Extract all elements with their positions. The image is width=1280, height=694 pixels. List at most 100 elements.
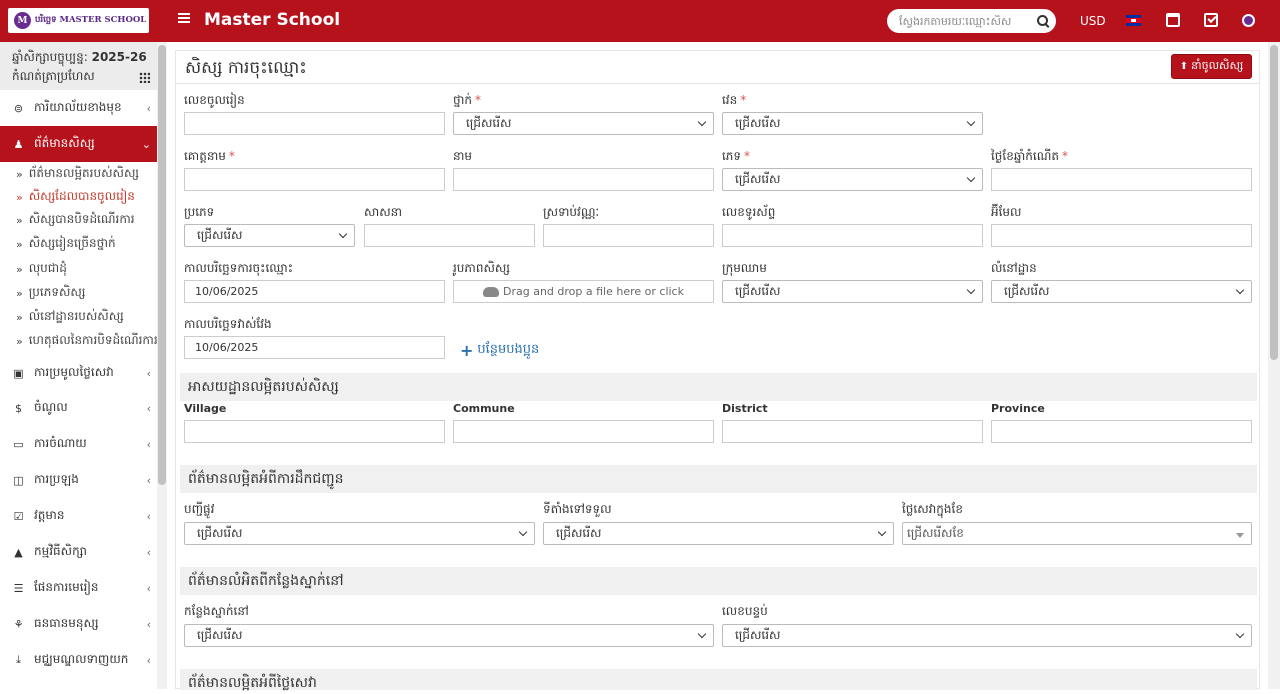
attendance-label: កំណត់ត្រាប្រហែស xyxy=(12,69,95,83)
commune-input[interactable] xyxy=(453,420,714,443)
dob-input[interactable] xyxy=(991,168,1252,191)
sitemap-icon: ⚘ xyxy=(13,617,24,631)
mobile-input[interactable] xyxy=(722,224,983,247)
religion-input[interactable] xyxy=(364,224,535,247)
student-search xyxy=(887,9,1056,33)
village-input[interactable] xyxy=(184,420,445,443)
sidebar-item-income[interactable]: $ ចំណូល ‹ xyxy=(0,390,157,426)
sidebar-item-fees[interactable]: ▣ ការប្រមូលថ្លៃសេវា ‹ xyxy=(0,355,157,391)
sidebar-item-attendance[interactable]: ☑ វត្តមាន ‹ xyxy=(0,498,157,534)
hostel-select[interactable]: ជ្រើសរើស xyxy=(184,624,714,647)
route-list-select[interactable]: ជ្រើសរើស xyxy=(184,522,535,545)
import-student-label: នាំចូលសិស្ស xyxy=(1191,58,1244,72)
title-divider xyxy=(176,83,1259,84)
submenu-student-details[interactable]: » ព័ត៌មានលម្អិតរបស់សិស្ស xyxy=(0,162,157,186)
import-student-button[interactable]: ⬆ នាំចូលសិស្ស xyxy=(1171,54,1252,79)
upload-icon: ⬆ xyxy=(1179,61,1189,72)
submenu-student-house[interactable]: » លំនៅដ្ឋានរបស់សិស្ស xyxy=(0,305,157,329)
required-mark: * xyxy=(228,149,235,163)
email-label: អ៊ីមែល xyxy=(991,205,1022,219)
submenu-bulk-delete[interactable]: » លុបជាដុំ xyxy=(0,257,157,281)
blood-group-select[interactable]: ជ្រើសរើស xyxy=(722,280,983,303)
sidebar: ឆ្នាំសិក្សាបច្ចុប្បន្ន: 2025-26 កំណត់ត្រ… xyxy=(0,42,167,689)
hamburger-icon[interactable] xyxy=(178,13,190,23)
chevron-left-icon: ‹ xyxy=(146,102,151,115)
sidebar-item-label: ព័ត៌មានសិស្ស xyxy=(34,136,95,150)
caste-input[interactable] xyxy=(543,224,714,247)
admission-no-input[interactable] xyxy=(184,112,445,135)
gender-label-text: ភេទ xyxy=(722,149,742,163)
class-select[interactable]: ជ្រើសរើស xyxy=(453,112,714,135)
pickup-point-select[interactable]: ជ្រើសរើស xyxy=(543,522,894,545)
photo-dropzone[interactable]: Drag and drop a file here or click xyxy=(453,280,714,303)
required-mark: * xyxy=(475,93,482,107)
add-sibling-label: បន្ថែមបងប្អូន xyxy=(477,342,540,357)
photo-label: រូបភាពសិស្ស xyxy=(453,261,510,275)
session-year-label: ឆ្នាំសិក្សាបច្ចុប្បន្ន: xyxy=(12,50,88,64)
search-icon[interactable] xyxy=(1037,14,1050,28)
gender-select[interactable]: ជ្រើសរើស xyxy=(722,168,983,191)
category-label: ប្រភេទ xyxy=(184,205,215,219)
class-label: ថ្នាក់ * xyxy=(453,92,481,110)
sidebar-item-download-center[interactable]: ⤓ មជ្ឈមណ្ឌលទាញយក ‹ xyxy=(0,642,157,678)
province-input[interactable] xyxy=(991,420,1252,443)
angle-right-icon: » xyxy=(16,334,23,348)
sidebar-item-academics[interactable]: ▲ កម្មវិធីសិក្សា ‹ xyxy=(0,534,157,570)
fees-icon: ▣ xyxy=(13,366,24,380)
chevron-left-icon: ‹ xyxy=(146,618,151,631)
submenu-disabled-students[interactable]: » សិស្សបានបិទដំណើរការ xyxy=(0,208,157,232)
chevron-left-icon: ‹ xyxy=(146,402,151,415)
page-scrollbar-thumb[interactable] xyxy=(1270,45,1278,360)
submenu-admission[interactable]: » សិស្សដែលបានចូលរៀន xyxy=(0,185,157,209)
cambodia-flag-icon[interactable] xyxy=(1126,15,1141,26)
category-select[interactable]: ជ្រើសរើស xyxy=(184,224,355,247)
first-name-input[interactable] xyxy=(453,168,714,191)
sidebar-item-human-resource[interactable]: ⚘ ធនធានមនុស្ស ‹ xyxy=(0,606,157,642)
district-input[interactable] xyxy=(722,420,983,443)
first-name-label: នាម xyxy=(453,149,473,163)
angle-right-icon: » xyxy=(16,190,23,204)
logo-text: បរិច្ឆេទ MASTER SCHOOL xyxy=(35,14,147,25)
sidebar-item-expense[interactable]: ▭ ការចំណាយ ‹ xyxy=(0,426,157,462)
admission-date-input[interactable]: 10/06/2025 xyxy=(184,280,445,303)
sidebar-item-exam[interactable]: ◫ ការប្រឡង ‹ xyxy=(0,462,157,498)
room-no-select[interactable]: ជ្រើសរើស xyxy=(722,624,1252,647)
front-office-icon: ⊜ xyxy=(13,101,24,115)
sidebar-item-student-info[interactable]: ♟ ព័ត៌មានសិស្ស ⌄ xyxy=(0,126,157,162)
sidebar-item-lesson-plan[interactable]: ☰ ផែនការមេរៀន ‹ xyxy=(0,570,157,606)
hostel-section-header: ព័ត៌មានលំអិតពីកន្លែងស្នាក់នៅ xyxy=(180,567,1257,595)
add-sibling-link[interactable]: + បន្ថែមបងប្អូន xyxy=(460,341,539,360)
sidebar-item-front-office[interactable]: ⊜ ការិយាល័យខាងមុខ ‹ xyxy=(0,90,157,126)
sidebar-scrollbar-thumb[interactable] xyxy=(158,45,166,485)
submenu-student-category[interactable]: » ប្រភេទសិស្ស xyxy=(0,281,157,305)
checkbox-icon[interactable] xyxy=(1204,13,1218,27)
as-on-date-label: កាលបរិច្ឆេទវាស់វែង xyxy=(184,317,272,331)
section-select[interactable]: ជ្រើសរើស xyxy=(722,112,983,135)
gender-label: ភេទ * xyxy=(722,148,750,166)
last-name-label: គោត្តនាម * xyxy=(184,148,235,166)
submenu-multi-class[interactable]: » សិស្សរៀនច្រើនថ្នាក់ xyxy=(0,232,157,256)
angle-right-icon: » xyxy=(16,213,23,227)
dropzone-text: Drag and drop a file here or click xyxy=(503,285,684,298)
download-icon: ⤓ xyxy=(16,653,21,666)
school-emblem-icon[interactable] xyxy=(1242,14,1255,27)
email-input[interactable] xyxy=(991,224,1252,247)
fees-month-select[interactable]: ជ្រើសរើសខែ xyxy=(902,522,1252,545)
logo-mark: M xyxy=(14,12,31,29)
house-select[interactable]: ជ្រើសរើស xyxy=(991,280,1252,303)
admission-no-label: លេខចូលរៀន xyxy=(184,93,245,107)
credit-card-icon: ▭ xyxy=(13,437,24,451)
app-title: Master School xyxy=(204,10,341,30)
last-name-input[interactable] xyxy=(184,168,445,191)
search-input[interactable] xyxy=(899,14,1037,28)
calendar-icon[interactable] xyxy=(1166,13,1180,27)
required-mark: * xyxy=(740,93,747,107)
mobile-label: លេខទូរស័ព្ទ xyxy=(722,205,776,219)
as-on-date-input[interactable]: 10/06/2025 xyxy=(184,336,445,359)
house-label: លំនៅដ្ឋាន xyxy=(991,261,1037,275)
grid-icon[interactable] xyxy=(139,72,150,83)
list-icon: ☰ xyxy=(13,581,24,595)
currency-selector[interactable]: USD xyxy=(1080,14,1106,28)
submenu-disable-reason[interactable]: » ហេតុផលនៃការបិទដំណើរការ xyxy=(0,329,157,353)
school-logo[interactable]: M បរិច្ឆេទ MASTER SCHOOL xyxy=(8,8,149,33)
